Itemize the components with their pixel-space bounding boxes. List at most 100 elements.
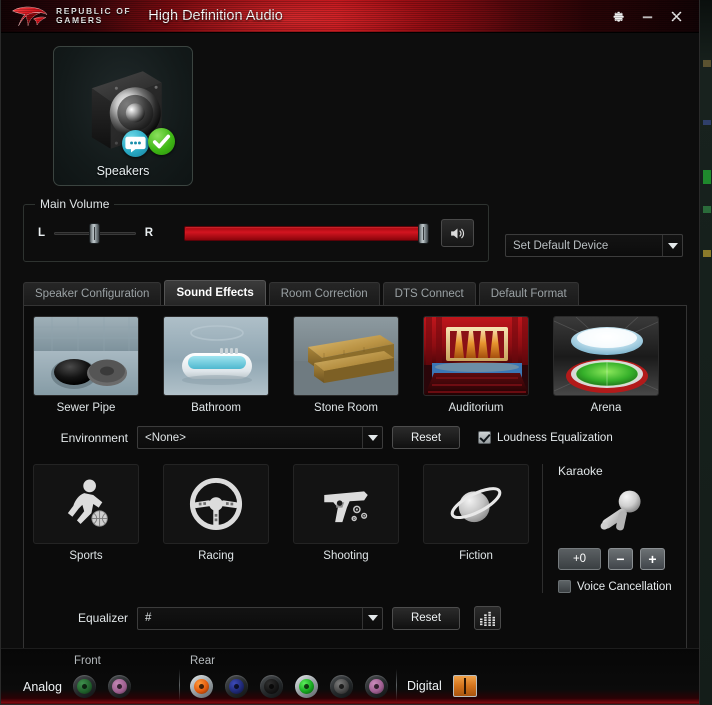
analog-jack-group: Analog	[23, 675, 131, 698]
volume-row: Main Volume L R Set Default Device	[1, 186, 699, 262]
environment-dropdown[interactable]: <None>	[137, 426, 383, 449]
backdrop-fleck	[703, 120, 711, 125]
tab-room-correction[interactable]: Room Correction	[268, 282, 380, 305]
settings-button[interactable]	[605, 4, 632, 28]
close-button[interactable]	[663, 4, 690, 28]
equalizer-preset-list: Sports Racing Shooting Fiction	[33, 464, 529, 593]
chevron-down-icon	[662, 235, 682, 256]
environment-label: Stone Room	[314, 402, 378, 414]
balance-slider-knob[interactable]	[89, 222, 101, 244]
spdif-optical-icon[interactable]	[452, 675, 477, 697]
close-icon	[671, 11, 682, 21]
eq-preset-icon-box	[163, 464, 269, 544]
eq-preset-fiction[interactable]: Fiction	[423, 464, 529, 593]
sewer-pipe-thumb	[33, 316, 139, 396]
equalizer-preset-value: #	[145, 612, 152, 624]
environment-bathroom[interactable]: Bathroom	[163, 316, 269, 414]
minimize-button[interactable]	[634, 4, 661, 28]
default-device-wrap: Set Default Device	[505, 204, 683, 257]
eq-preset-sports[interactable]: Sports	[33, 464, 139, 593]
karaoke-title: Karaoke	[558, 464, 603, 478]
main-volume-slider[interactable]	[184, 222, 429, 244]
front-green-jack[interactable]	[72, 675, 96, 698]
green-check-icon	[152, 134, 171, 149]
tab-default-format[interactable]: Default Format	[478, 282, 579, 305]
backdrop-fleck	[703, 206, 711, 213]
rear-pink-jack[interactable]	[365, 675, 388, 698]
rear-black-jack[interactable]	[260, 675, 283, 698]
front-caption: Front	[74, 655, 101, 667]
equalizer-control-row: Equalizer # Reset	[24, 606, 686, 630]
front-pink-jack[interactable]	[107, 675, 131, 698]
digital-label: Digital	[407, 679, 442, 693]
backdrop-fleck	[703, 250, 711, 257]
balance-left-label: L	[38, 227, 46, 239]
environment-sewer-pipe[interactable]: Sewer Pipe	[33, 316, 139, 414]
window-title: High Definition Audio	[148, 8, 283, 24]
stone-room-thumb	[293, 316, 399, 396]
tab-speaker-configuration[interactable]: Speaker Configuration	[23, 282, 162, 305]
tab-bar: Speaker Configuration Sound Effects Room…	[23, 280, 699, 305]
environment-arena[interactable]: Arena	[553, 316, 659, 414]
set-default-device-value: Set Default Device	[513, 239, 609, 252]
equalizer-bars-button[interactable]	[474, 606, 501, 630]
equalizer-preset-dropdown[interactable]: #	[137, 606, 383, 630]
eq-preset-label: Racing	[198, 550, 234, 562]
eq-preset-label: Fiction	[459, 550, 493, 562]
eq-preset-shooting[interactable]: Shooting	[293, 464, 399, 593]
title-bar[interactable]: REPUBLIC OF GAMERS High Definition Audio	[1, 0, 699, 33]
backdrop-fleck	[703, 60, 711, 67]
environment-stone-room[interactable]: Stone Room	[293, 316, 399, 414]
minimize-icon	[642, 16, 653, 18]
background-window-sliver	[700, 0, 712, 705]
gear-icon	[613, 11, 624, 22]
eq-preset-icon-box	[33, 464, 139, 544]
eq-preset-icon-box	[293, 464, 399, 544]
rear-grey-jack[interactable]	[330, 675, 353, 698]
jack-hole	[299, 679, 314, 694]
balance-slider[interactable]	[54, 222, 136, 244]
tab-sound-effects[interactable]: Sound Effects	[164, 280, 266, 305]
environment-reset-button[interactable]: Reset	[392, 426, 460, 449]
basketball-player-icon	[67, 479, 108, 527]
steering-wheel-icon	[189, 477, 243, 531]
loudness-equalization-checkbox[interactable]: Loudness Equalization	[478, 431, 613, 444]
rear-orange-jack[interactable]	[190, 675, 213, 698]
environment-thumbnails: Sewer Pipe Bathroom Stone Room Auditoriu…	[24, 306, 686, 414]
device-tile-speakers[interactable]: Speakers	[53, 46, 193, 186]
bathroom-thumb	[163, 316, 269, 396]
speaker-volume-icon	[451, 228, 465, 238]
eq-preset-racing[interactable]: Racing	[163, 464, 269, 593]
equalizer-reset-button[interactable]: Reset	[392, 606, 460, 630]
rear-green-jack[interactable]	[295, 675, 318, 698]
front-jacks	[72, 675, 131, 698]
environment-label: Auditorium	[448, 402, 504, 414]
environment-control-row: Environment <None> Reset Loudness Equali…	[24, 426, 686, 449]
rear-jacks	[190, 675, 388, 698]
main-volume-fill	[184, 225, 424, 241]
checkbox-indicator	[478, 431, 491, 444]
environment-value: <None>	[145, 431, 186, 444]
mute-button[interactable]	[441, 219, 474, 247]
device-label: Speakers	[96, 164, 150, 178]
connector-divider-right	[396, 669, 397, 701]
voice-cancellation-label: Voice Cancellation	[577, 580, 672, 593]
tab-dts-connect[interactable]: DTS Connect	[382, 282, 476, 305]
jack-hole	[229, 679, 244, 694]
environment-auditorium[interactable]: Auditorium	[423, 316, 529, 414]
sound-effects-panel: Sewer Pipe Bathroom Stone Room Auditoriu…	[23, 305, 687, 655]
speech-bubble-icon	[125, 136, 146, 153]
chat-badge	[122, 130, 149, 157]
main-volume-group: Main Volume L R	[23, 197, 489, 262]
default-device-badge	[148, 128, 175, 155]
jack-hole	[194, 679, 209, 694]
voice-cancellation-checkbox[interactable]: Voice Cancellation	[558, 580, 682, 593]
main-volume-knob[interactable]	[417, 222, 429, 244]
set-default-device-dropdown[interactable]: Set Default Device	[505, 234, 683, 257]
rear-blue-jack[interactable]	[225, 675, 248, 698]
karaoke-pitch-decrement[interactable]: −	[608, 548, 633, 570]
karaoke-pitch-value[interactable]: +0	[558, 548, 601, 570]
main-volume-legend: Main Volume	[35, 197, 115, 211]
karaoke-pitch-increment[interactable]: +	[640, 548, 665, 570]
eq-preset-label: Sports	[69, 550, 103, 562]
